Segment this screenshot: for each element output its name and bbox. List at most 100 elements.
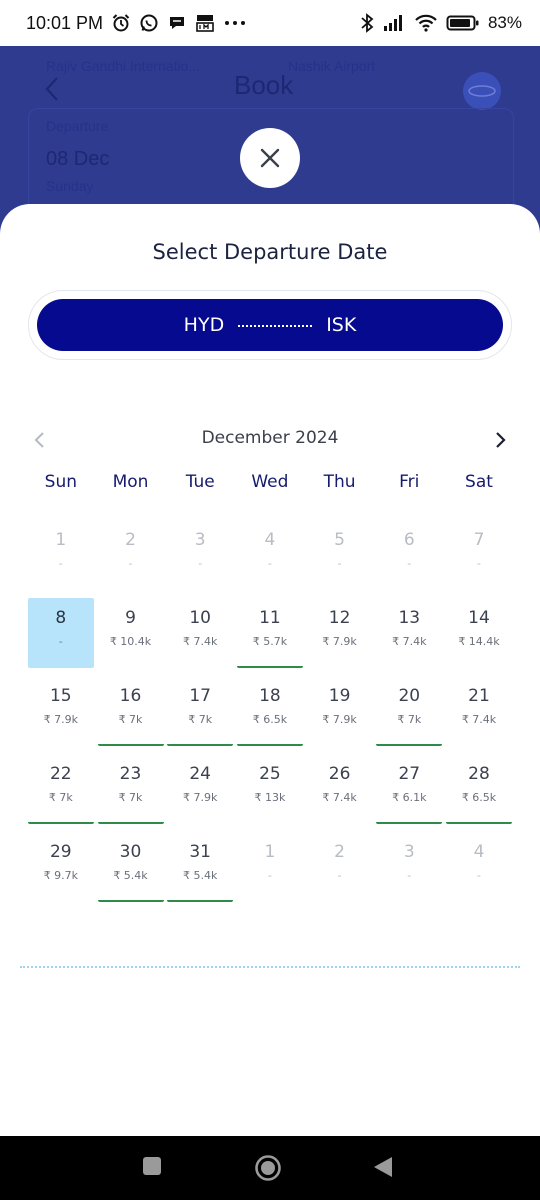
calendar-day[interactable]: 15 ₹ 7.9k <box>28 676 94 746</box>
calendar-day-selected[interactable]: 8- <box>27 598 94 668</box>
wifi-icon <box>414 13 438 33</box>
day-fare: ₹ 5.4k <box>113 869 148 882</box>
day-fare: ₹ 14.4k <box>458 635 500 648</box>
recents-button[interactable] <box>142 1156 162 1176</box>
day-fare: ₹ 9.7k <box>43 869 78 882</box>
calendar-day[interactable]: 23 ₹ 7k <box>97 754 164 824</box>
day-fare: ₹ 7k <box>188 713 213 726</box>
calendar-day: 2- <box>98 520 164 590</box>
day-number: 1 <box>264 842 276 862</box>
calendar-day[interactable]: 19 ₹ 7.9k <box>307 676 373 746</box>
calendar-day[interactable]: 27 ₹ 6.1k <box>376 754 443 824</box>
calendar-day[interactable]: 21 ₹ 7.4k <box>446 676 512 746</box>
weekday-header: Sun Mon Tue Wed Thu Fri Sat <box>26 472 514 496</box>
calendar-day: 6- <box>376 520 442 590</box>
day-fare: ₹ 7k <box>397 713 422 726</box>
calendar-day: 1- <box>237 832 303 902</box>
to-airport-name: Nashik Airport <box>288 58 376 74</box>
weekday-label: Mon <box>112 472 149 492</box>
close-button[interactable] <box>240 128 300 188</box>
previous-month-button[interactable] <box>30 430 48 450</box>
day-number: 29 <box>49 842 72 862</box>
calendar-day: 3- <box>376 832 442 902</box>
day-number: 4 <box>473 842 485 862</box>
day-fare: ₹ 10.4k <box>109 635 152 648</box>
calendar-day[interactable]: 13 ₹ 7.4k <box>376 598 442 668</box>
system-navigation-bar <box>0 1136 540 1200</box>
chevron-left-icon <box>34 432 44 448</box>
back-button[interactable] <box>372 1156 394 1178</box>
next-month-button[interactable] <box>492 430 510 450</box>
day-number: 19 <box>328 686 351 706</box>
day-fare: ₹ 6.5k <box>252 713 288 726</box>
calendar-day[interactable]: 17 ₹ 7k <box>167 676 234 746</box>
day-number: 28 <box>468 764 490 784</box>
day-number: 16 <box>119 686 142 706</box>
route-pill[interactable]: HYD ISK <box>37 299 503 351</box>
day-number: 12 <box>328 608 351 628</box>
chat-icon <box>167 13 187 33</box>
calendar-day[interactable]: 11 ₹ 5.7k <box>236 598 303 668</box>
day-fare: ₹ 7.4k <box>461 713 497 726</box>
calendar-day[interactable]: 22 ₹ 7k <box>27 754 94 824</box>
calendar-day: 5- <box>307 520 373 590</box>
calendar-day[interactable]: 9 ₹ 10.4k <box>98 598 164 668</box>
calendar-day[interactable]: 14 ₹ 14.4k <box>446 598 512 668</box>
day-fare: ₹ 13k <box>254 791 286 804</box>
day-number: 5 <box>334 530 345 550</box>
calendar-day[interactable]: 26 ₹ 7.4k <box>307 754 373 824</box>
day-fare: - <box>407 869 412 882</box>
calendar-day[interactable]: 28 ₹ 6.5k <box>446 754 512 824</box>
notification-icons <box>111 13 247 33</box>
day-fare: ₹ 7.9k <box>183 791 218 804</box>
day-number: 7 <box>473 530 485 550</box>
day-number: 31 <box>189 842 211 862</box>
airline-logo <box>463 72 501 110</box>
route-selector: HYD ISK <box>28 290 512 360</box>
calendar-day[interactable]: 16 ₹ 7k <box>97 676 164 746</box>
calendar-day[interactable]: 31 ₹ 5.4k <box>167 832 234 902</box>
day-number: 3 <box>194 530 206 550</box>
day-fare: - <box>337 557 342 570</box>
departure-label: Departure <box>46 118 109 134</box>
calendar-day[interactable]: 18 ₹ 6.5k <box>236 676 303 746</box>
home-button[interactable] <box>254 1154 282 1182</box>
calendar-day[interactable]: 25 ₹ 13k <box>237 754 303 824</box>
calendar-day[interactable]: 20 ₹ 7k <box>376 676 443 746</box>
day-fare: - <box>198 557 203 570</box>
day-fare: ₹ 5.4k <box>183 869 218 882</box>
day-number: 3 <box>403 842 415 862</box>
calendar-day[interactable]: 30 ₹ 5.4k <box>97 832 164 902</box>
day-number: 18 <box>259 686 281 706</box>
month-label: December 2024 <box>201 428 339 448</box>
calendar-day[interactable]: 24 ₹ 7.9k <box>167 754 233 824</box>
system-icons: 83% <box>360 13 522 33</box>
day-number: 6 <box>403 530 415 550</box>
calendar-day: 7- <box>446 520 512 590</box>
day-number: 13 <box>398 608 421 628</box>
day-number: 26 <box>328 764 351 784</box>
day-fare: ₹ 7.9k <box>322 713 357 726</box>
day-fare: - <box>128 557 133 570</box>
day-fare: - <box>267 869 272 882</box>
route-origin: HYD <box>183 314 225 336</box>
departure-day: Sunday <box>46 178 94 194</box>
calendar-day[interactable]: 10 ₹ 7.4k <box>167 598 233 668</box>
day-fare: ₹ 7k <box>118 713 143 726</box>
book-title: Book <box>234 70 294 100</box>
day-number: 21 <box>468 686 490 706</box>
calendar-day[interactable]: 29 ₹ 9.7k <box>28 832 94 902</box>
day-fare: ₹ 6.5k <box>461 791 497 804</box>
day-number: 30 <box>119 842 142 862</box>
battery-icon <box>446 13 480 33</box>
day-number: 14 <box>468 608 490 628</box>
month-navigation: December 2024 <box>0 426 540 456</box>
calendar-day[interactable]: 12 ₹ 7.9k <box>307 598 373 668</box>
status-time: 10:01 PM <box>26 12 104 33</box>
day-number: 17 <box>189 686 211 706</box>
weekday-label: Thu <box>323 472 356 492</box>
weekday-label: Sat <box>465 472 493 492</box>
day-number: 2 <box>125 530 136 550</box>
weekday-label: Tue <box>185 472 215 492</box>
day-number: 27 <box>398 764 421 784</box>
